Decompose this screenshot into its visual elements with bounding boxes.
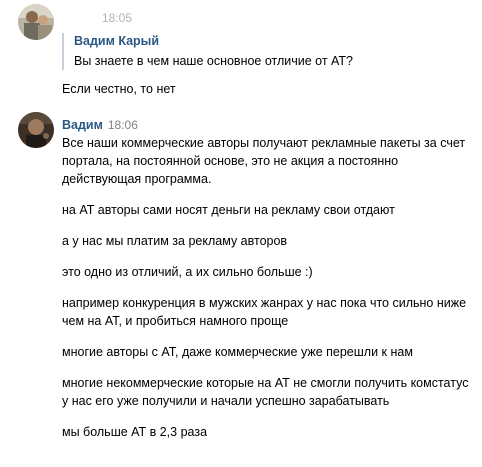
user-photo-icon: [18, 4, 54, 40]
message-header: 18:05: [62, 9, 472, 27]
avatar[interactable]: [18, 4, 54, 40]
message-paragraph: а у нас мы платим за рекламу авторов: [62, 234, 288, 248]
message-header: Вадим 18:06: [62, 116, 472, 134]
message-paragraph: Все наши коммерческие авторы получают ре…: [62, 136, 466, 186]
message-paragraph: мы больше АТ в 2,3 раза: [62, 425, 208, 439]
message-body: Все наши коммерческие авторы получают ре…: [62, 134, 472, 441]
message-paragraph: многие некоммерческие которые на АТ не с…: [62, 376, 469, 408]
avatar[interactable]: [18, 112, 54, 148]
message-paragraph: это одно из отличий, а их сильно больше …: [62, 265, 313, 279]
quote-author[interactable]: Вадим Карый: [74, 33, 472, 50]
chat-history: 18:05 Вадим Карый Вы знаете в чем наше о…: [0, 0, 482, 467]
message-paragraph: например конкуренция в мужских жанрах у …: [62, 296, 467, 328]
message-paragraph: на АТ авторы сами носят деньги на реклам…: [62, 203, 395, 217]
quote-text: Вы знаете в чем наше основное отличие от…: [74, 54, 354, 68]
user-photo-icon: [18, 112, 54, 148]
message-text: Если честно, то нет: [62, 82, 176, 96]
forwarded-message[interactable]: Вадим Карый Вы знаете в чем наше основно…: [62, 33, 472, 70]
message-time[interactable]: 18:05: [102, 11, 132, 25]
message-paragraph: многие авторы с АТ, даже коммерческие уж…: [62, 345, 413, 359]
author-name[interactable]: Вадим: [62, 118, 103, 132]
message-time[interactable]: 18:06: [108, 118, 138, 132]
